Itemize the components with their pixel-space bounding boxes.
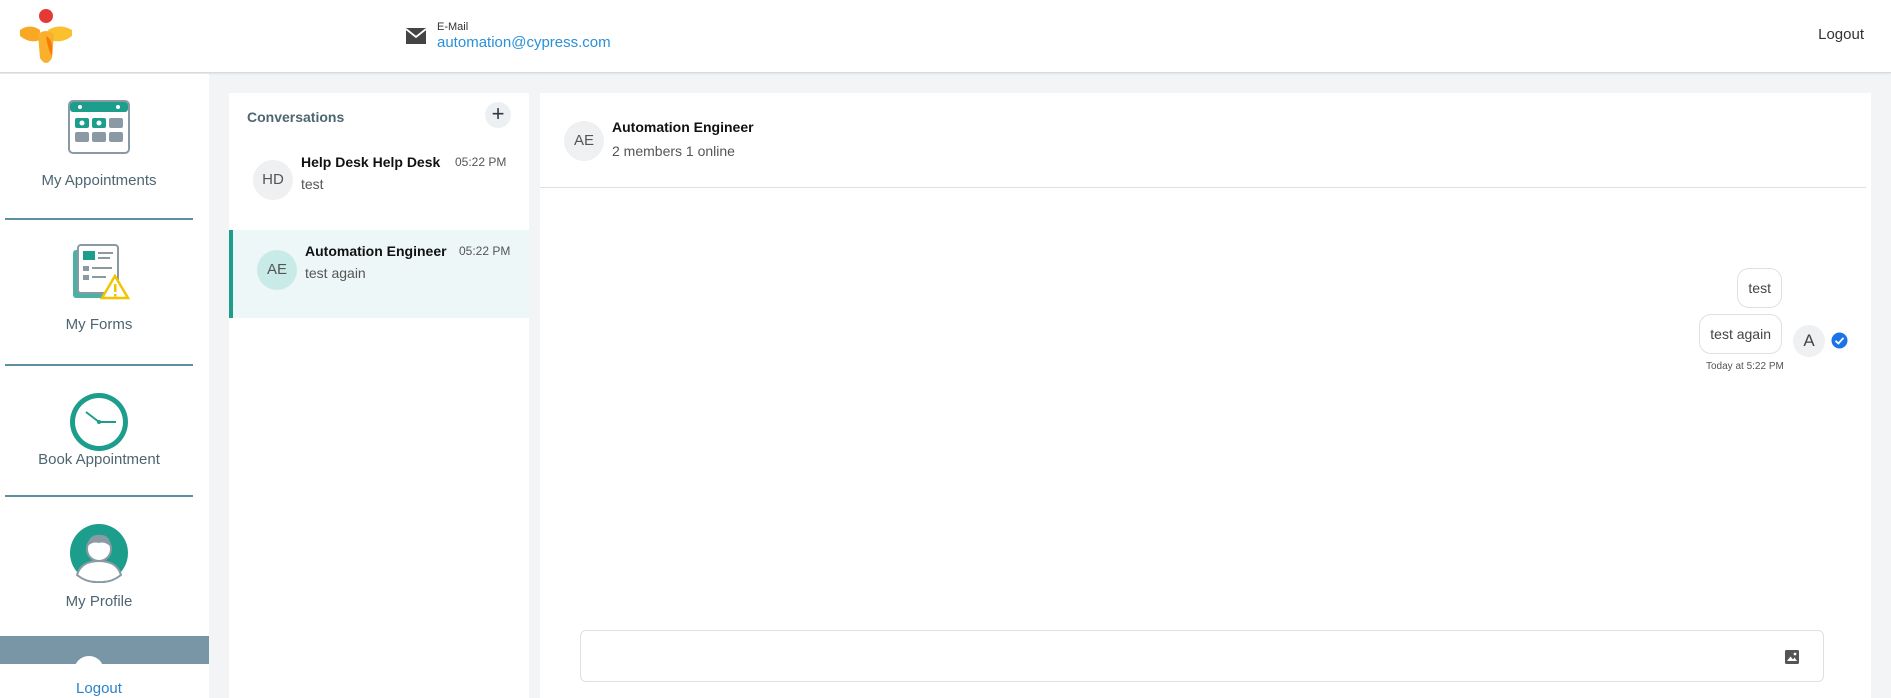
- top-header: E-Mail automation@cypress.com Logout: [0, 0, 1891, 73]
- email-label: E-Mail: [437, 21, 469, 33]
- chat-title: Automation Engineer: [612, 119, 754, 135]
- conversations-title: Conversations: [247, 109, 345, 125]
- message-timestamp: Today at 5:22 PM: [1706, 361, 1784, 372]
- sidebar-item-label: My Profile: [65, 593, 133, 610]
- sidebar-item-my-forms[interactable]: My Forms: [5, 242, 193, 333]
- header-logout-button[interactable]: Logout: [1818, 26, 1864, 43]
- sidebar: My Appointments My Forms Book Appointmen…: [0, 74, 209, 698]
- sidebar-item-my-profile[interactable]: My Profile: [5, 523, 193, 610]
- message-input[interactable]: [591, 639, 1761, 673]
- message-bubble: test: [1737, 268, 1782, 308]
- sidebar-item-my-appointments[interactable]: My Appointments: [5, 100, 193, 189]
- avatar: AE: [564, 121, 604, 161]
- check-circle-icon: [1831, 332, 1848, 349]
- sidebar-divider: [5, 218, 193, 220]
- calendar-icon: [68, 100, 130, 154]
- sidebar-item-label: My Forms: [65, 316, 133, 333]
- sidebar-item-label: Book Appointment: [38, 451, 160, 468]
- chat-header-divider: [540, 187, 1866, 188]
- conversation-item[interactable]: HD Help Desk Help Desk 05:22 PM test: [229, 140, 529, 228]
- new-conversation-button[interactable]: +: [485, 102, 511, 128]
- profile-icon: [70, 524, 128, 583]
- clock-icon: [70, 393, 128, 451]
- conversation-time: 05:22 PM: [459, 244, 511, 258]
- sidebar-divider: [5, 364, 193, 366]
- sidebar-item-book-appointment[interactable]: Book Appointment: [5, 391, 193, 468]
- envelope-icon: [405, 28, 427, 44]
- email-info: E-Mail automation@cypress.com: [437, 21, 611, 52]
- forms-icon: [73, 244, 130, 300]
- conversation-name: Help Desk Help Desk: [301, 154, 441, 170]
- sidebar-logout-label[interactable]: Logout: [0, 680, 198, 697]
- sidebar-divider: [5, 495, 193, 497]
- image-icon[interactable]: [1784, 649, 1800, 665]
- avatar: AE: [257, 250, 297, 290]
- conversation-time: 05:22 PM: [455, 155, 507, 169]
- sender-avatar: A: [1793, 325, 1825, 357]
- avatar: HD: [253, 160, 293, 200]
- plus-icon: +: [491, 101, 505, 126]
- app-logo-icon[interactable]: [16, 6, 76, 66]
- sidebar-item-label: My Appointments: [41, 172, 157, 189]
- conversation-name: Automation Engineer: [305, 243, 447, 259]
- sidebar-active-band: [0, 636, 209, 664]
- conversation-item-active[interactable]: AE Automation Engineer 05:22 PM test aga…: [229, 230, 529, 318]
- message-bubble: test again: [1699, 314, 1782, 354]
- conversation-preview: test: [301, 176, 324, 192]
- conversation-preview: test again: [305, 265, 366, 281]
- chat-members-status: 2 members 1 online: [612, 143, 735, 159]
- conversations-panel: Conversations + HD Help Desk Help Desk 0…: [229, 93, 529, 698]
- message-composer: [580, 630, 1824, 682]
- email-value[interactable]: automation@cypress.com: [437, 34, 611, 52]
- chat-panel: AE Automation Engineer 2 members 1 onlin…: [540, 93, 1871, 698]
- sidebar-logout-item[interactable]: Logout: [0, 636, 209, 698]
